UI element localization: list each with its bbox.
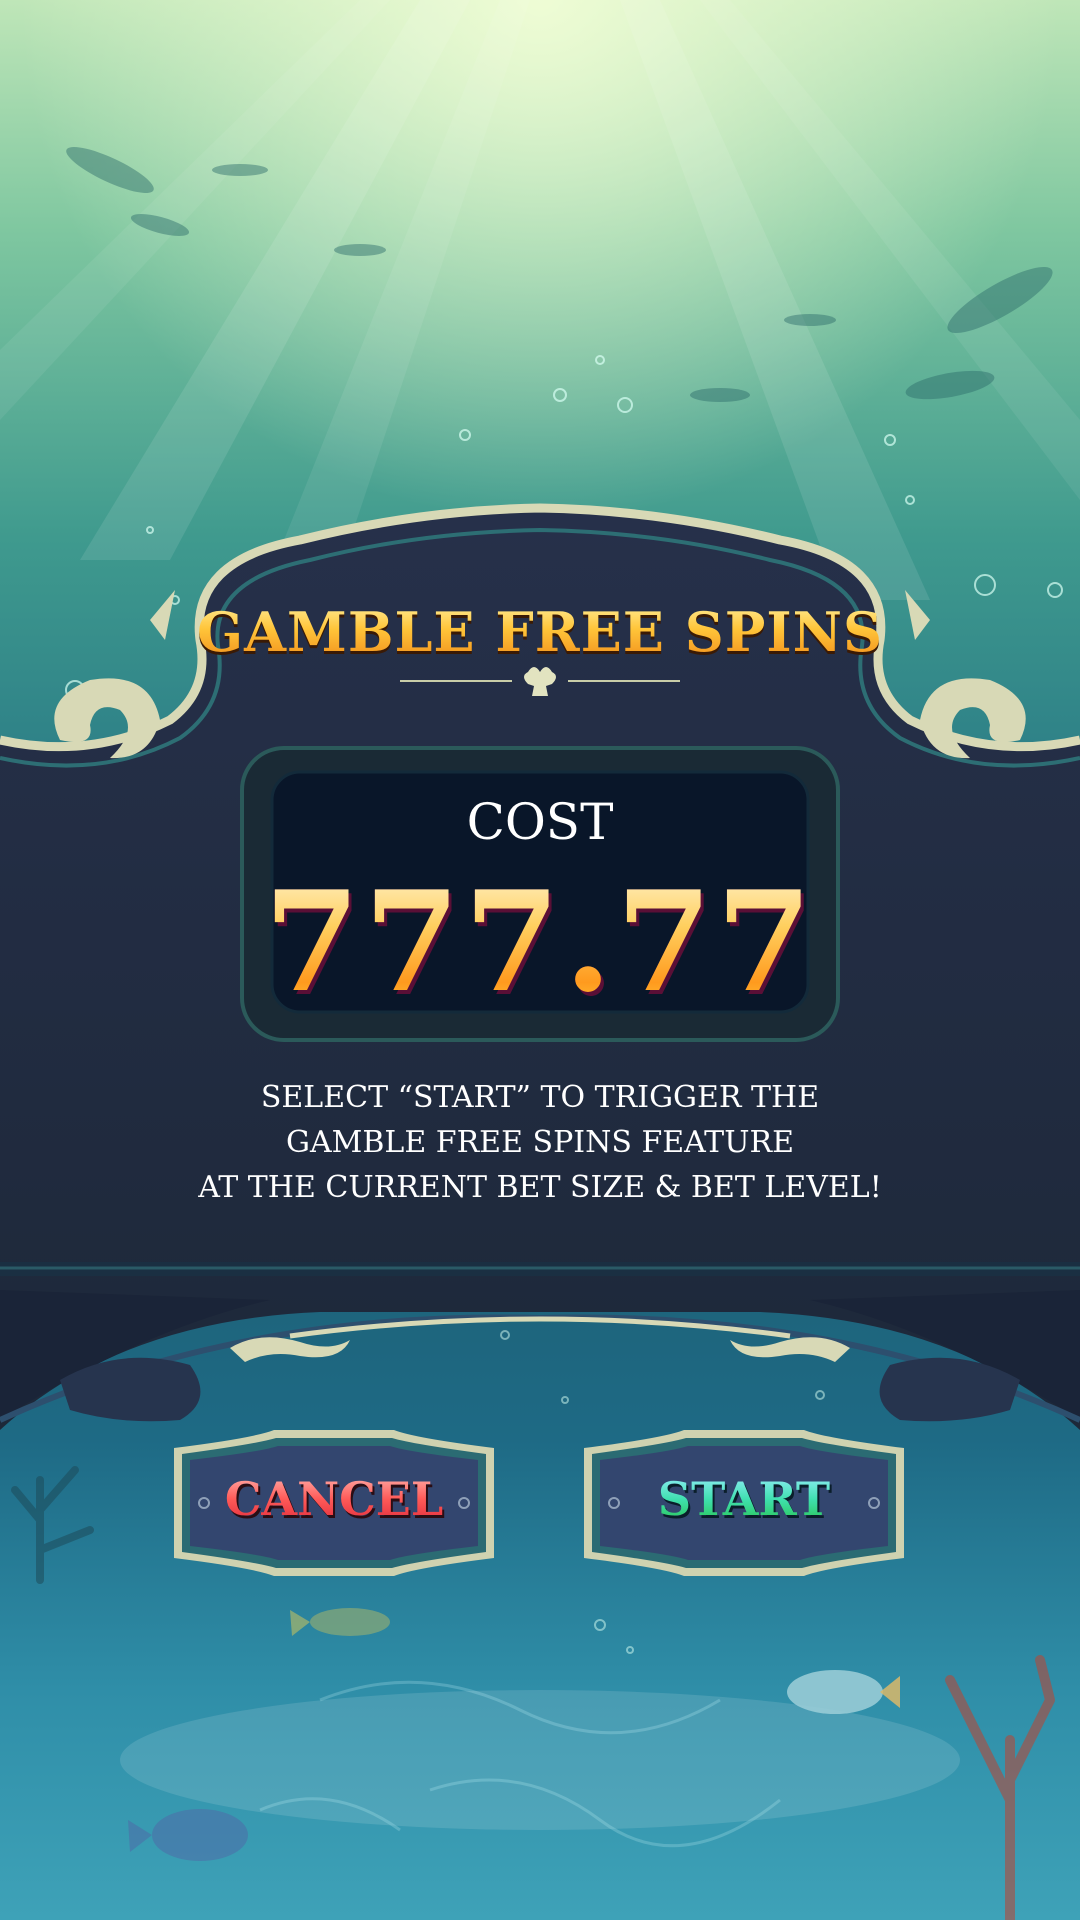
description-text: SELECT “START” TO TRIGGER THE GAMBLE FRE…: [0, 1075, 1080, 1210]
description-line-1: SELECT “START” TO TRIGGER THE: [260, 1080, 820, 1115]
start-button[interactable]: START: [574, 1428, 914, 1578]
start-button-label: START: [574, 1472, 914, 1526]
cost-value: 777.77: [0, 860, 1080, 1023]
description-line-3: AT THE CURRENT BET SIZE & BET LEVEL!: [198, 1170, 882, 1205]
description-line-2: GAMBLE FREE SPINS FEATURE: [286, 1125, 794, 1160]
cancel-button[interactable]: CANCEL: [164, 1428, 504, 1578]
dialog-title: GAMBLE FREE SPINS: [0, 600, 1080, 664]
cost-label: COST: [466, 793, 614, 851]
cancel-button-label: CANCEL: [164, 1472, 504, 1526]
